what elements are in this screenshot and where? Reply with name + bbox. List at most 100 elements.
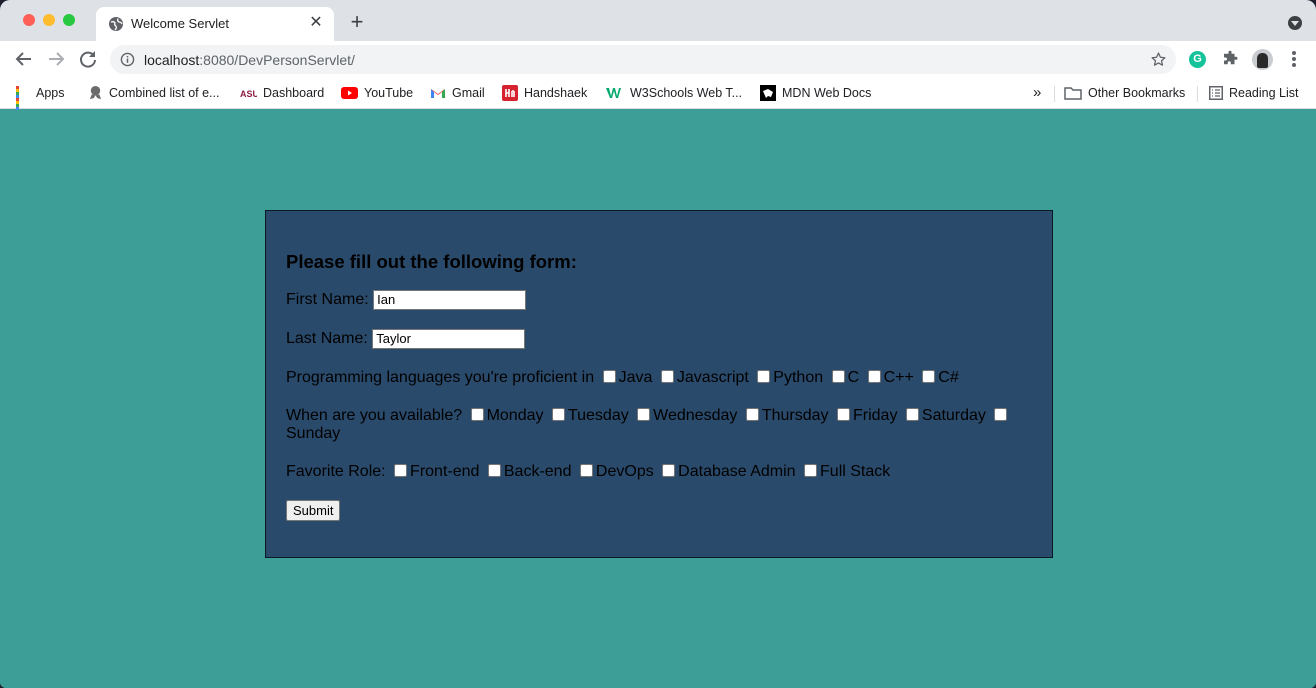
checkbox-python[interactable] [757, 369, 771, 383]
asu-icon: ASU [240, 86, 257, 99]
bookmarks-overflow-chevron-icon[interactable]: » [1033, 83, 1041, 103]
bookmark-label: MDN Web Docs [782, 86, 872, 100]
checkbox-monday[interactable] [470, 407, 484, 421]
tab-welcome-servlet[interactable]: Welcome Servlet ✕ [96, 7, 334, 41]
close-icon[interactable]: ✕ [306, 13, 326, 33]
bookmark-dashboard[interactable]: ASU Dashboard [240, 83, 324, 103]
bookmark-label: W3Schools Web T... [630, 86, 743, 100]
bookmark-label: Dashboard [263, 86, 325, 100]
checkbox-cpp[interactable] [867, 369, 881, 383]
checkbox-c[interactable] [831, 369, 845, 383]
first-name-input[interactable]: Ian [373, 290, 527, 310]
page-content: Please fill out the following form: Firs… [0, 110, 1316, 688]
forward-arrow-icon[interactable] [44, 47, 68, 71]
checkbox-full-stack[interactable] [804, 463, 818, 477]
checkbox-sunday[interactable] [994, 407, 1008, 421]
option-label: C++ [883, 369, 914, 386]
option-label: Full Stack [820, 463, 891, 480]
option-label: C# [938, 369, 959, 386]
bookmark-label: Reading List [1229, 86, 1299, 100]
checkbox-database-admin[interactable] [662, 463, 676, 477]
languages-row: Programming languages you're proficient … [286, 369, 959, 387]
submit-button[interactable]: Submit [286, 500, 341, 521]
bookmark-combined-list[interactable]: Combined list of e... [88, 83, 219, 103]
reload-icon[interactable] [76, 47, 100, 71]
back-arrow-icon[interactable] [12, 47, 36, 71]
tab-strip: Welcome Servlet ✕ + [0, 0, 1316, 41]
bookmark-star-icon[interactable] [1150, 51, 1167, 68]
option-label: Wednesday [653, 407, 738, 424]
first-name-label: First Name: [286, 291, 369, 308]
apps-grid-icon [16, 85, 30, 113]
reading-list-icon [1209, 85, 1223, 100]
bookmark-label: Combined list of e... [109, 86, 220, 100]
option-label: C [847, 369, 860, 386]
svg-text:ASU: ASU [240, 89, 257, 99]
bookmark-label: Other Bookmarks [1088, 86, 1186, 100]
checkbox-thursday[interactable] [745, 407, 759, 421]
close-window-button[interactable] [23, 14, 35, 26]
checkbox-friday[interactable] [836, 407, 850, 421]
checkbox-javascript[interactable] [660, 369, 674, 383]
new-tab-button[interactable]: + [346, 11, 368, 33]
minimize-window-button[interactable] [43, 14, 55, 26]
grammarly-extension-icon[interactable]: G [1189, 51, 1206, 68]
mdn-icon [760, 84, 776, 101]
menu-kebab-icon[interactable] [1286, 50, 1302, 68]
checkbox-csharp[interactable] [922, 369, 936, 383]
address-bar[interactable]: localhost:8080/DevPersonServlet/ [110, 45, 1176, 74]
bookmark-handshaek[interactable]: Handshaek [502, 83, 587, 103]
last-name-label: Last Name: [286, 330, 368, 347]
tab-search-icon[interactable] [1288, 16, 1302, 30]
youtube-icon [341, 86, 358, 99]
availability-row: When are you available? Monday Tuesday W… [286, 407, 1026, 443]
bookmark-apps[interactable]: Apps [16, 83, 65, 113]
info-icon[interactable] [120, 52, 135, 67]
option-label: Python [773, 369, 824, 386]
checkbox-wednesday[interactable] [637, 407, 651, 421]
bookmark-label: YouTube [364, 86, 414, 100]
url-text[interactable]: localhost:8080/DevPersonServlet/ [144, 52, 355, 68]
extensions-puzzle-icon[interactable] [1221, 50, 1239, 68]
option-label: Tuesday [567, 407, 629, 424]
checkbox-java[interactable] [602, 369, 616, 383]
last-name-input[interactable]: Taylor [372, 329, 526, 349]
checkbox-back-end[interactable] [487, 463, 501, 477]
role-row: Favorite Role: Front-end Back-end DevOps… [286, 463, 890, 481]
browser-window: Welcome Servlet ✕ + localhost:8080/DevPe… [0, 0, 1316, 688]
url-path: :8080/DevPersonServlet/ [199, 52, 355, 68]
profile-avatar[interactable] [1252, 49, 1273, 70]
form-heading: Please fill out the following form: [286, 251, 577, 272]
gmail-icon [431, 88, 445, 98]
bookmark-other-bookmarks[interactable]: Other Bookmarks [1064, 83, 1185, 103]
url-host: localhost [144, 52, 200, 68]
checkbox-front-end[interactable] [394, 463, 408, 477]
checkbox-saturday[interactable] [905, 407, 919, 421]
option-label: Thursday [761, 407, 829, 424]
checkbox-devops[interactable] [579, 463, 593, 477]
option-label: Back-end [503, 463, 572, 480]
bookmark-label: Gmail [452, 86, 485, 100]
toolbar: localhost:8080/DevPersonServlet/ G [0, 41, 1316, 78]
option-label: Saturday [921, 407, 986, 424]
bookmarks-divider [1197, 86, 1198, 102]
bookmark-mdn[interactable]: MDN Web Docs [760, 83, 871, 103]
zoom-window-button[interactable] [63, 14, 75, 26]
availability-label: When are you available? [286, 407, 463, 424]
w3schools-icon [606, 88, 621, 99]
form-panel: Please fill out the following form: Firs… [265, 210, 1053, 558]
tab-title: Welcome Servlet [131, 16, 230, 31]
globe-icon [109, 17, 123, 31]
role-label: Favorite Role: [286, 463, 386, 480]
languages-label: Programming languages you're proficient … [286, 369, 595, 386]
badge-icon [89, 86, 102, 100]
bookmark-gmail[interactable]: Gmail [430, 83, 485, 103]
reading-list-button[interactable]: Reading List [1209, 83, 1299, 103]
bookmark-w3schools[interactable]: W3Schools Web T... [606, 83, 742, 103]
option-label: Sunday [286, 425, 341, 443]
checkbox-tuesday[interactable] [551, 407, 565, 421]
bookmarks-divider [1054, 86, 1055, 102]
bookmark-youtube[interactable]: YouTube [341, 83, 413, 103]
option-label: Java [618, 369, 653, 386]
option-label: Database Admin [678, 463, 796, 480]
